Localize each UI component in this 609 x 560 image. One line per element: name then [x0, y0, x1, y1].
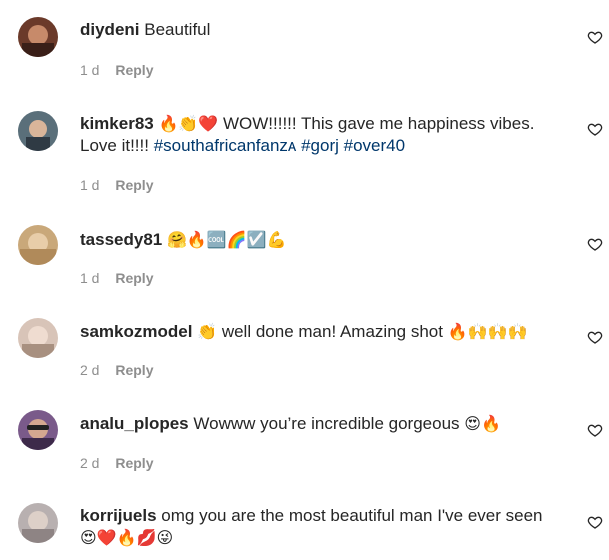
- heart-outline-icon[interactable]: [587, 121, 603, 137]
- comment-username[interactable]: diydeni: [80, 20, 140, 39]
- avatar[interactable]: [18, 503, 58, 543]
- comment-time: 1 d: [80, 177, 100, 193]
- comment-username[interactable]: analu_plopes: [80, 414, 189, 433]
- comment-username[interactable]: tassedy81: [80, 230, 162, 249]
- reply-button[interactable]: Reply: [115, 455, 153, 471]
- comment-body-line2: Love it!!!!: [80, 136, 149, 155]
- comment-time: 1 d: [80, 270, 100, 286]
- comment-text: korrijuels omg you are the most beautifu…: [80, 505, 550, 549]
- reply-button[interactable]: Reply: [115, 270, 153, 286]
- comment-time: 1 d: [80, 62, 100, 78]
- heart-outline-icon[interactable]: [587, 329, 603, 345]
- avatar[interactable]: [18, 111, 58, 151]
- comment-emojis-trailing: 🔥🙌🙌🙌: [447, 322, 528, 341]
- hashtag-link[interactable]: #over40: [344, 136, 405, 155]
- comment-meta: 1 d Reply: [80, 62, 153, 78]
- hashtag-link[interactable]: #gorj: [301, 136, 339, 155]
- comment-meta: 2 d Reply: [80, 362, 153, 378]
- comment-emojis: 🔥👏❤️: [158, 114, 219, 133]
- comment-text: kimker83 🔥👏❤️ WOW!!!!!! This gave me hap…: [80, 113, 550, 157]
- avatar[interactable]: [18, 225, 58, 265]
- heart-outline-icon[interactable]: [587, 29, 603, 45]
- comment-body: Beautiful: [144, 20, 211, 39]
- comment-emojis: 👏: [197, 322, 218, 341]
- comment-time: 2 d: [80, 455, 100, 471]
- comment-username[interactable]: korrijuels: [80, 506, 157, 525]
- avatar[interactable]: [18, 17, 58, 57]
- comment-emojis: 😍❤️🔥💋😜: [80, 528, 174, 547]
- comment-username[interactable]: kimker83: [80, 114, 154, 133]
- comment-text: samkozmodel 👏 well done man! Amazing sho…: [80, 321, 550, 343]
- comment-emojis: 🤗🔥🆒🌈☑️💪: [166, 230, 287, 249]
- comment-time: 2 d: [80, 362, 100, 378]
- comment-body: WOW!!!!!! This gave me happiness vibes.: [222, 114, 535, 133]
- comment-body: well done man! Amazing shot: [221, 322, 443, 341]
- comment-meta: 2 d Reply: [80, 455, 153, 471]
- reply-button[interactable]: Reply: [115, 177, 153, 193]
- comment-meta: 1 d Reply: [80, 177, 153, 193]
- reply-button[interactable]: Reply: [115, 362, 153, 378]
- heart-outline-icon[interactable]: [587, 514, 603, 530]
- heart-outline-icon[interactable]: [587, 236, 603, 252]
- comment-text: diydeni Beautiful: [80, 19, 550, 41]
- comment-text: tassedy81 🤗🔥🆒🌈☑️💪: [80, 229, 550, 251]
- comment-emojis-trailing: 😍🔥: [464, 414, 501, 433]
- hashtag-link[interactable]: #southafricanfanzᴀ: [154, 136, 297, 155]
- reply-button[interactable]: Reply: [115, 62, 153, 78]
- comment-body: Wowww you’re incredible gorgeous: [193, 414, 460, 433]
- comment-meta: 1 d Reply: [80, 270, 153, 286]
- comment-username[interactable]: samkozmodel: [80, 322, 192, 341]
- heart-outline-icon[interactable]: [587, 422, 603, 438]
- comment-body: omg you are the most beautiful man I've …: [161, 506, 543, 525]
- avatar[interactable]: [18, 318, 58, 358]
- comment-text: analu_plopes Wowww you’re incredible gor…: [80, 413, 550, 435]
- avatar[interactable]: [18, 410, 58, 450]
